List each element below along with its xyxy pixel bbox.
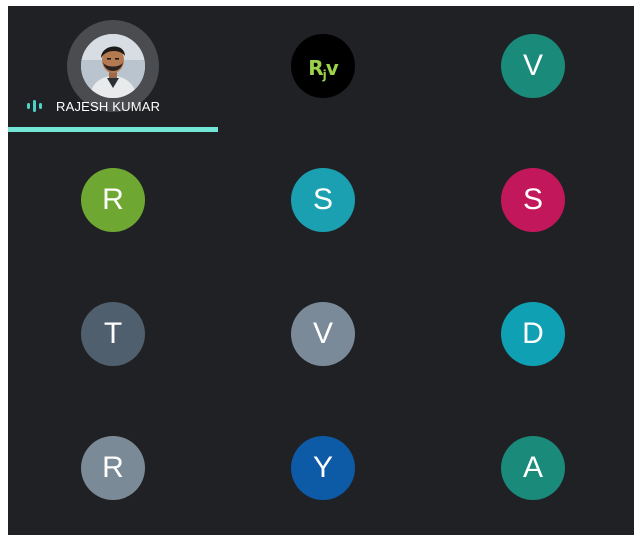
avatar-initial: Y [291,436,355,500]
participant-tile[interactable]: V [428,6,636,134]
avatar-initial: T [81,302,145,366]
active-speaker-bar [8,127,218,132]
participant-tile[interactable]: D [428,274,636,402]
avatar-initial: S [501,168,565,232]
participant-tile[interactable]: S [218,140,428,268]
avatar-initial: D [501,302,565,366]
avatar-initial: R [81,168,145,232]
avatar-initial: R [81,436,145,500]
participant-tile[interactable]: R [8,408,218,536]
participant-tile-active-speaker[interactable]: RAJESH KUMAR [8,6,218,134]
meeting-window: RAJESH KUMAR Rjv V R S S T V D R Y A [0,0,636,535]
logo-icon: Rjv [308,56,339,82]
participant-tile[interactable]: T [8,274,218,402]
avatar-initial: S [291,168,355,232]
participant-tile-logo[interactable]: Rjv [218,6,428,134]
participant-tile[interactable]: Y [218,408,428,536]
avatar-initial: A [501,436,565,500]
speaking-indicator-icon [22,98,46,114]
participant-grid: RAJESH KUMAR Rjv V R S S T V D R Y A [8,6,634,535]
speaker-name-row: RAJESH KUMAR [22,98,160,114]
speaker-name: RAJESH KUMAR [56,98,161,114]
participant-tile[interactable]: S [428,140,636,268]
participant-tile[interactable]: R [8,140,218,268]
avatar-photo [81,34,145,98]
participant-tile[interactable]: V [218,274,428,402]
person-photo-icon [81,34,145,98]
participant-tile[interactable]: A [428,408,636,536]
logo-avatar: Rjv [291,34,355,98]
avatar-initial: V [501,34,565,98]
avatar-initial: V [291,302,355,366]
